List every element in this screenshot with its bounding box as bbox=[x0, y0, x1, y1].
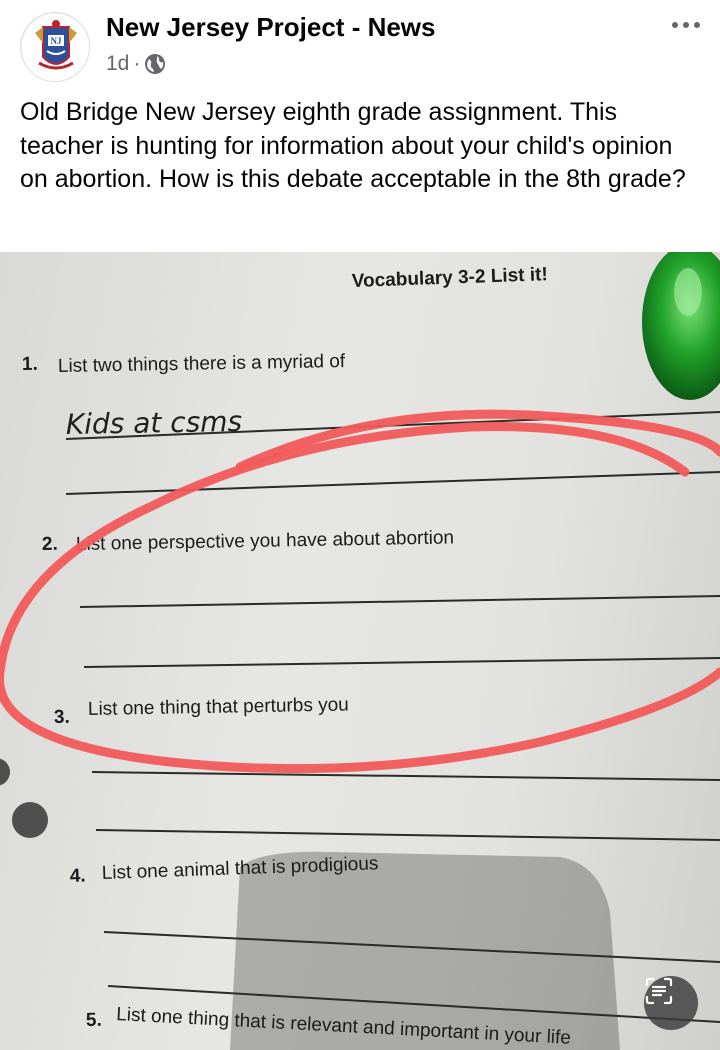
post-meta: 1d · bbox=[106, 52, 166, 76]
post-header: NJ New Jersey Project - News 1d · bbox=[0, 0, 720, 86]
answer-line bbox=[65, 471, 720, 495]
answer-line bbox=[83, 657, 720, 668]
question-1: List two things there is a myriad of bbox=[58, 351, 346, 377]
question-2: List one perspective you have about abor… bbox=[76, 527, 454, 555]
question-number: 4. bbox=[69, 865, 86, 887]
page-name[interactable]: New Jersey Project - News bbox=[106, 12, 436, 43]
meta-separator: · bbox=[133, 52, 141, 75]
svg-text:NJ: NJ bbox=[51, 36, 62, 46]
page-avatar[interactable]: NJ bbox=[20, 12, 90, 82]
nj-project-logo-icon: NJ bbox=[22, 14, 89, 81]
question-number: 2. bbox=[42, 534, 58, 555]
visual-search-icon[interactable] bbox=[644, 976, 698, 1030]
question-3: List one thing that perturbs you bbox=[88, 694, 349, 720]
binder-hole bbox=[0, 758, 10, 786]
post-photo[interactable]: Vocabulary 3-2 List it! 1. List two thin… bbox=[0, 252, 720, 1050]
worksheet-photo: Vocabulary 3-2 List it! 1. List two thin… bbox=[0, 252, 720, 1050]
post-time[interactable]: 1d bbox=[106, 52, 129, 76]
answer-line bbox=[95, 829, 720, 841]
globe-icon bbox=[144, 53, 166, 75]
question-number: 1. bbox=[22, 354, 38, 375]
answer-line bbox=[79, 595, 720, 608]
more-options-icon[interactable] bbox=[666, 10, 706, 40]
answer-line bbox=[91, 771, 720, 781]
binder-hole bbox=[12, 802, 48, 838]
question-number: 3. bbox=[54, 707, 70, 728]
question-number: 5. bbox=[86, 1010, 102, 1031]
post-text: Old Bridge New Jersey eighth grade assig… bbox=[20, 98, 686, 193]
worksheet-title: Vocabulary 3-2 List it! bbox=[351, 264, 548, 292]
